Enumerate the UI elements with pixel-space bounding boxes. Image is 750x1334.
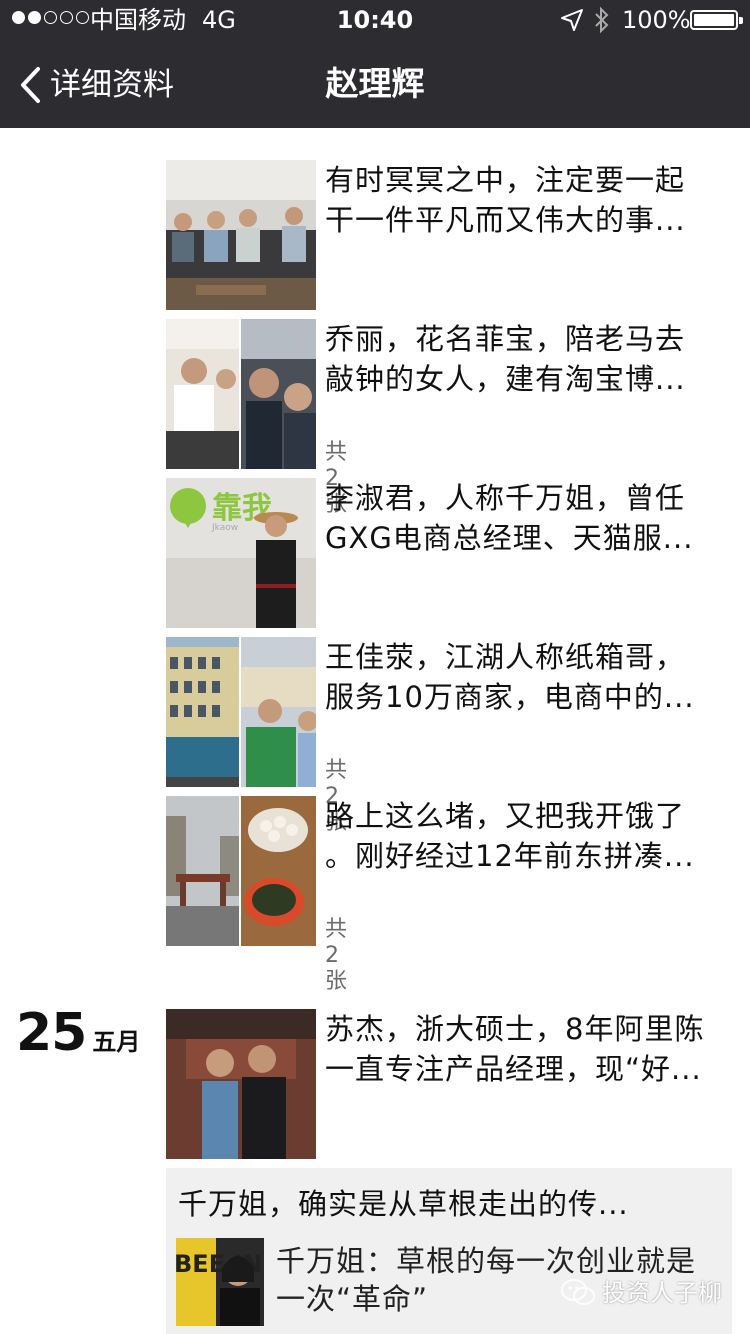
- post-photo[interactable]: 靠我 Jkaow: [166, 478, 316, 628]
- post-text: 乔丽，花名菲宝，陪老马去 敲钟的女人，建有淘宝博...: [325, 319, 725, 399]
- post-photo[interactable]: [166, 1009, 316, 1159]
- post-photo[interactable]: [166, 160, 316, 310]
- post-text: 路上这么堵，又把我开饿了 。刚好经过12年前东拼凑...: [325, 796, 725, 876]
- post-photo[interactable]: [166, 637, 316, 787]
- post-text-line: 敲钟的女人，建有淘宝博...: [325, 362, 686, 396]
- post-text-line: 有时冥冥之中，注定要一起: [325, 163, 686, 197]
- post-text-line: 服务10万商家，电商中的...: [325, 680, 695, 714]
- shared-article[interactable]: 千万姐，确实是从草根走出的传... BEE INS 千万姐：草根的每一次创业就是…: [166, 1168, 732, 1334]
- post-text: 王佳荥，江湖人称纸箱哥， 服务10万商家，电商中的...: [325, 637, 725, 717]
- post-text: 李淑君，人称千万姐，曾任 GXG电商总经理、天猫服...: [325, 478, 725, 558]
- status-bar: 中国移动 4G 10:40 100%: [0, 0, 750, 40]
- post-text-line: 路上这么堵，又把我开饿了: [325, 799, 686, 833]
- svg-text:Jkaow: Jkaow: [211, 523, 238, 533]
- post-text-line: 一直专注产品经理，现“好...: [325, 1052, 702, 1086]
- article-title-line: 千万姐：草根的每一次创业就是: [276, 1244, 697, 1278]
- top-bar: 中国移动 4G 10:40 100% 详细资料 赵理辉: [0, 0, 750, 128]
- share-caption: 千万姐，确实是从草根走出的传...: [178, 1187, 629, 1221]
- post-date: 25 五月: [16, 1005, 140, 1061]
- post-photo[interactable]: [166, 319, 316, 469]
- post-text-line: 李淑君，人称千万姐，曾任: [325, 481, 686, 515]
- battery-icon: [690, 10, 743, 30]
- post-text-line: 乔丽，花名菲宝，陪老马去: [325, 322, 686, 356]
- article-thumbnail: BEE INS: [176, 1238, 264, 1326]
- post-text: 有时冥冥之中，注定要一起 干一件平凡而又伟大的事...: [325, 160, 725, 240]
- watermark: 投资人子柳: [560, 1278, 722, 1308]
- post-text: 苏杰，浙大硕士，8年阿里陈 一直专注产品经理，现“好...: [325, 1009, 725, 1089]
- post-text-line: 。刚好经过12年前东拼凑...: [325, 839, 695, 873]
- date-month: 五月: [92, 1028, 141, 1056]
- post-text-line: 干一件平凡而又伟大的事...: [325, 203, 686, 237]
- bluetooth-icon: [595, 6, 609, 34]
- post-text-line: 苏杰，浙大硕士，8年阿里陈: [325, 1012, 705, 1046]
- page-title: 赵理辉: [325, 64, 425, 103]
- wechat-logo-icon: [561, 1279, 595, 1305]
- battery-percent: 100%: [622, 6, 691, 34]
- post-text-line: 王佳荥，江湖人称纸箱哥，: [325, 640, 686, 674]
- photo-count: 共2张: [325, 917, 348, 994]
- date-day: 25: [16, 1003, 87, 1063]
- watermark-text: 投资人子柳: [602, 1279, 722, 1307]
- post-photo[interactable]: [166, 796, 316, 946]
- post-text-line: GXG电商总经理、天猫服...: [325, 521, 694, 555]
- location-arrow-icon: [561, 9, 583, 31]
